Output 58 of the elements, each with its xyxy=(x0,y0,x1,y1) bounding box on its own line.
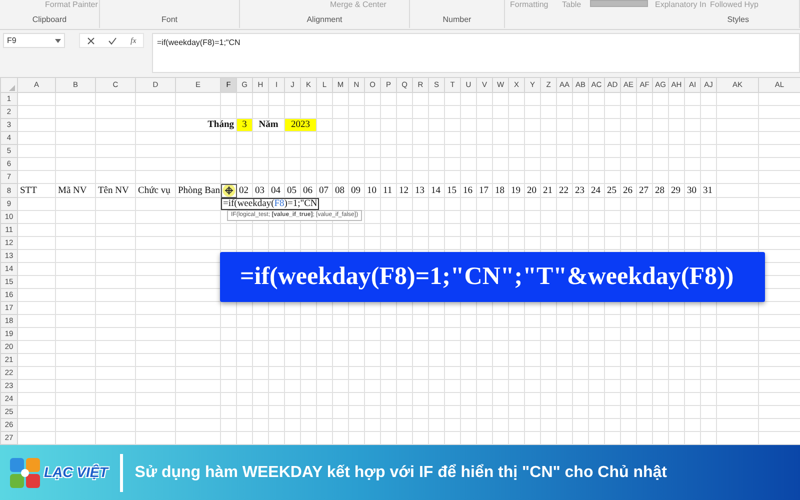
cell-text: 12 xyxy=(398,184,410,196)
cell-text: 10 xyxy=(366,184,378,196)
cell-text: 28 xyxy=(654,184,666,196)
dropdown-icon[interactable] xyxy=(55,38,61,42)
cell-text: 03 xyxy=(254,184,266,196)
cell-text: 18 xyxy=(494,184,506,196)
cell-text: 29 xyxy=(670,184,682,196)
cell-text: 06 xyxy=(302,184,314,196)
cell-text: 13 xyxy=(414,184,426,196)
cell-text: 07 xyxy=(318,184,330,196)
cancel-icon[interactable] xyxy=(86,36,95,44)
cell-label: Năm xyxy=(258,119,278,131)
cell-text: 24 xyxy=(590,184,602,196)
cell-text: 17 xyxy=(478,184,490,196)
insert-function-button[interactable]: fx xyxy=(130,34,136,46)
brand-name: LẠC VIỆT xyxy=(44,463,108,482)
caption-text: Sử dụng hàm WEEKDAY kết hợp với IF để hiển thị "CN" cho Chủ nhật xyxy=(134,462,667,482)
cell-text: Phòng Ban xyxy=(177,184,220,196)
group-label: Alignment xyxy=(306,14,342,26)
cell-editor[interactable]: =if(weekday(F8)=1;"CN xyxy=(221,198,320,210)
cell-text: 05 xyxy=(286,184,298,196)
cell-text: 08 xyxy=(334,184,346,196)
cell-text: 21 xyxy=(542,184,554,196)
cell-text: 02 xyxy=(238,184,250,196)
cell-text: 23 xyxy=(574,184,586,196)
formula-callout: =if(weekday(F8)=1;"CN";"T"&weekday(F8)) xyxy=(220,252,765,302)
cursor-icon xyxy=(221,184,237,197)
checkmark-icon[interactable] xyxy=(108,36,118,44)
group-label: Font xyxy=(161,14,178,26)
group-label: Number xyxy=(442,14,472,26)
name-box[interactable]: F9 xyxy=(3,33,65,48)
style-swatch[interactable] xyxy=(590,0,648,7)
cell-text: 04 xyxy=(270,184,282,196)
cell-label: Tháng xyxy=(208,119,234,131)
cell-text: Tên NV xyxy=(97,184,130,196)
cell-text: 15 xyxy=(446,184,458,196)
referenced-cell[interactable] xyxy=(220,184,236,198)
cell-text: 09 xyxy=(350,184,362,196)
cell-text: Mã NV xyxy=(57,184,88,196)
cell-text: 20 xyxy=(526,184,538,196)
cell-text: 11 xyxy=(382,184,394,196)
cell-reference: F9 xyxy=(7,34,16,46)
cell-text: 31 xyxy=(702,184,714,196)
cell-text: 25 xyxy=(606,184,618,196)
group-label: Styles xyxy=(727,14,749,26)
cell-text: 26 xyxy=(622,184,634,196)
formula-text[interactable]: =if(weekday(F8)=1;"CN xyxy=(157,38,240,47)
cell-text: 14 xyxy=(430,184,442,196)
cell-text: Chức vụ xyxy=(137,184,172,196)
cell-text: 19 xyxy=(510,184,522,196)
logo-icon xyxy=(10,458,40,488)
group-label: Clipboard xyxy=(32,14,67,26)
cell-text: 27 xyxy=(638,184,650,196)
cell-text: 16 xyxy=(462,184,474,196)
cell-text: STT xyxy=(19,184,38,196)
cell-text: 22 xyxy=(558,184,570,196)
cell-text: 30 xyxy=(686,184,698,196)
formula-input[interactable]: =if(weekday(F8)=1;"CN xyxy=(152,33,800,73)
